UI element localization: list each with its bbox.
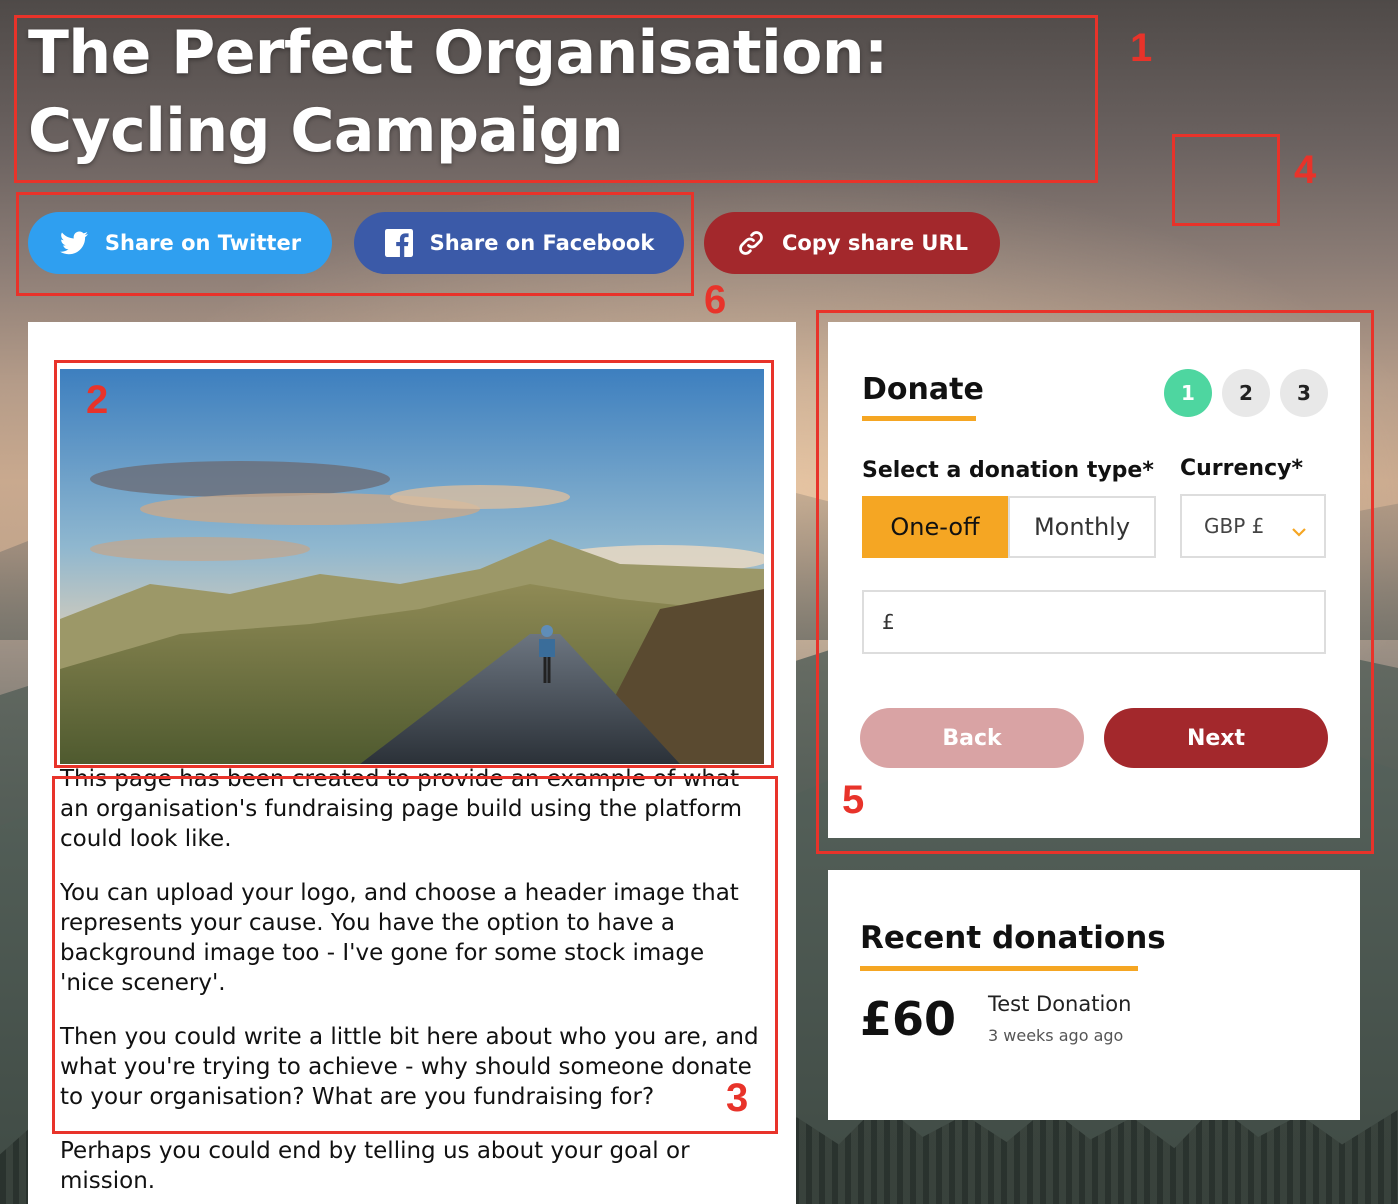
facebook-icon [384, 228, 414, 258]
next-button[interactable]: Next [1104, 708, 1328, 768]
monthly-toggle[interactable]: Monthly [1008, 496, 1156, 558]
currency-value: GBP £ [1204, 514, 1265, 538]
description-paragraph: This page has been created to provide an… [60, 766, 743, 852]
back-button[interactable]: Back [860, 708, 1084, 768]
donation-time: 3 weeks ago ago [988, 1026, 1124, 1045]
annotation-label-2: 2 [86, 378, 109, 422]
annotation-label-3: 3 [726, 1076, 749, 1120]
step-1-indicator: 1 [1164, 369, 1212, 417]
donate-title: Donate [862, 372, 984, 407]
currency-prefix: £ [882, 610, 895, 634]
recent-donations-title: Recent donations [860, 920, 1166, 956]
annotation-box-4 [1172, 134, 1280, 226]
description-paragraph: Perhaps you could end by telling us abou… [60, 1138, 690, 1194]
donation-type-label: Select a donation type* [862, 458, 1154, 483]
description-text: This page has been created to provide an… [60, 764, 764, 1204]
copy-share-url-button[interactable]: Copy share URL [704, 212, 1000, 274]
step-2-indicator: 2 [1222, 369, 1270, 417]
description-paragraph: Then you could write a little bit here a… [60, 1024, 759, 1110]
annotation-label-6: 6 [704, 278, 727, 322]
chevron-down-icon [1292, 518, 1306, 542]
share-facebook-label: Share on Facebook [429, 231, 655, 255]
donate-title-underline [862, 416, 976, 421]
share-facebook-button[interactable]: Share on Facebook [354, 212, 684, 274]
donation-amount: £60 [860, 992, 957, 1046]
annotation-label-4: 4 [1294, 148, 1317, 192]
hero-image [60, 369, 764, 764]
annotation-label-5: 5 [842, 778, 865, 822]
donation-name: Test Donation [988, 992, 1132, 1016]
copy-share-url-label: Copy share URL [781, 231, 968, 255]
twitter-icon [59, 228, 89, 258]
amount-input[interactable]: £ [862, 590, 1326, 654]
description-paragraph: You can upload your logo, and choose a h… [60, 880, 739, 996]
currency-select[interactable]: GBP £ [1180, 494, 1326, 558]
currency-label: Currency* [1180, 456, 1303, 481]
step-3-indicator: 3 [1280, 369, 1328, 417]
link-icon [736, 228, 766, 258]
share-twitter-label: Share on Twitter [104, 231, 302, 255]
recent-donations-underline [860, 966, 1138, 971]
page-title: The Perfect Organisation: Cycling Campai… [28, 18, 888, 166]
one-off-toggle[interactable]: One-off [862, 496, 1008, 558]
share-twitter-button[interactable]: Share on Twitter [28, 212, 332, 274]
annotation-label-1: 1 [1130, 26, 1153, 70]
